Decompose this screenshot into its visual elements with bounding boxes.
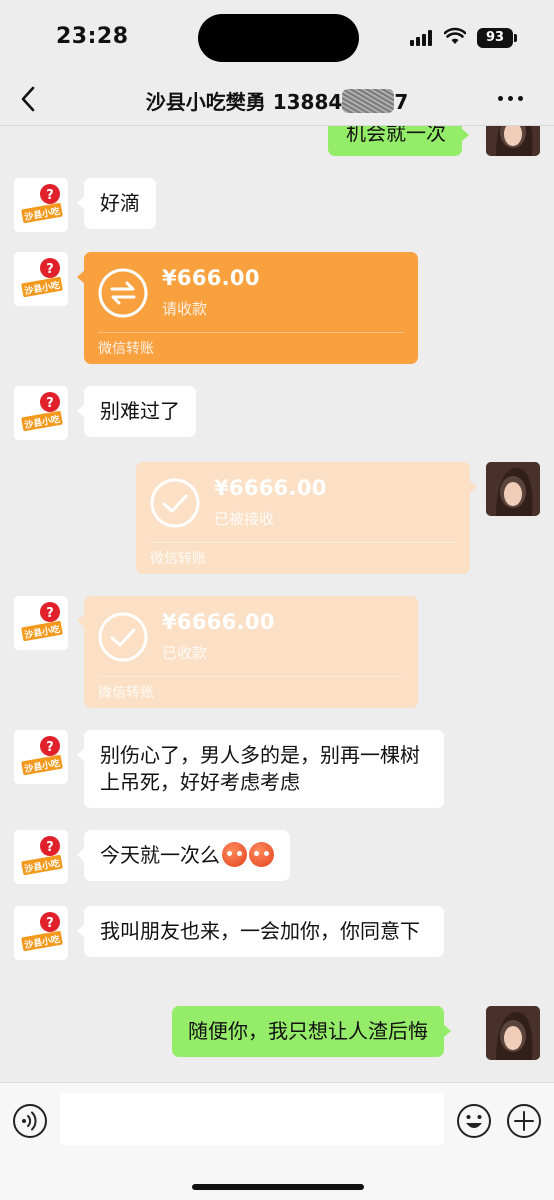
message-text: 好滴 (100, 191, 140, 215)
wifi-icon (444, 27, 466, 44)
svg-text:?: ? (46, 396, 54, 411)
message-text: 今天就一次么 (100, 843, 220, 867)
chat-title-suffix: 7 (394, 90, 409, 114)
transfer-amount: ¥6666.00 (214, 476, 327, 500)
message-text: 别伤心了，男人多的是，别再一棵树上吊死，好好考虑考虑 (100, 743, 420, 794)
smiley-icon[interactable] (456, 1103, 492, 1139)
back-chevron-icon[interactable] (16, 84, 42, 114)
transfer-arrows-icon (98, 268, 148, 318)
status-bar: 23:28 93 (0, 0, 554, 72)
more-options-icon[interactable] (496, 94, 526, 104)
transfer-divider (98, 676, 404, 677)
message-bubble-received[interactable]: 别伤心了，男人多的是，别再一棵树上吊死，好好考虑考虑 (77, 730, 444, 808)
transfer-divider (150, 542, 456, 543)
transfer-card-pending[interactable]: ¥666.00 请收款 微信转账 (77, 252, 418, 364)
redaction-scribble (342, 89, 395, 113)
message-bubble-received[interactable]: 今天就一次么 (77, 830, 290, 881)
message-bubble-received[interactable]: 我叫朋友也来，一会加你，你同意下 (77, 906, 444, 957)
contact-avatar[interactable]: ? 沙县小吃 (14, 596, 68, 650)
anxious-face-emoji (249, 842, 274, 867)
transfer-status-text: 已被接收 (214, 510, 275, 528)
contact-avatar[interactable]: ? 沙县小吃 (14, 730, 68, 784)
svg-text:?: ? (46, 606, 54, 621)
transfer-divider (98, 332, 404, 333)
transfer-footer: 微信转账 (98, 341, 154, 357)
chat-title: 沙县小吃樊勇 13884 7 (90, 86, 464, 115)
transfer-footer: 微信转账 (98, 685, 154, 701)
transfer-footer: 微信转账 (150, 551, 206, 567)
svg-text:?: ? (46, 188, 54, 203)
contact-avatar[interactable]: ? 沙县小吃 (14, 178, 68, 232)
message-bubble-sent[interactable]: 机会就一次 (328, 126, 469, 156)
my-avatar[interactable] (486, 126, 540, 156)
my-avatar[interactable] (486, 462, 540, 516)
message-input[interactable] (60, 1093, 444, 1145)
home-indicator (192, 1184, 364, 1190)
dynamic-island (198, 14, 359, 62)
cellular-signal-icon (410, 30, 436, 46)
transfer-card-received[interactable]: ¥6666.00 已被接收 微信转账 (136, 462, 477, 574)
message-bubble-sent[interactable]: 随便你，我只想让人渣后悔 (172, 1006, 451, 1057)
message-text: 别难过了 (100, 399, 180, 423)
message-text: 机会就一次 (346, 126, 446, 145)
chat-title-text: 沙县小吃樊勇 13884 (145, 90, 343, 114)
check-icon (150, 478, 200, 528)
check-icon (98, 612, 148, 662)
battery-indicator: 93 (477, 28, 513, 48)
message-text: 我叫朋友也来，一会加你，你同意下 (100, 919, 420, 943)
my-avatar[interactable] (486, 1006, 540, 1060)
message-list[interactable]: 机会就一次 ? 沙县小吃 好滴 ? 沙县小吃 ¥666.00 请收款 微信转账 ? 沙… (0, 126, 554, 1082)
battery-tip (514, 34, 517, 42)
chat-header: 沙县小吃樊勇 13884 7 (0, 72, 554, 126)
svg-text:?: ? (46, 840, 54, 855)
transfer-amount: ¥6666.00 (162, 610, 275, 634)
contact-avatar[interactable]: ? 沙县小吃 (14, 830, 68, 884)
svg-text:?: ? (46, 740, 54, 755)
input-bar (0, 1082, 554, 1200)
transfer-status-text: 请收款 (162, 300, 208, 318)
transfer-status-text: 已收款 (162, 644, 208, 662)
message-bubble-received[interactable]: 好滴 (77, 178, 156, 229)
transfer-card-accepted[interactable]: ¥6666.00 已收款 微信转账 (77, 596, 418, 708)
message-text: 随便你，我只想让人渣后悔 (188, 1019, 428, 1043)
contact-avatar[interactable]: ? 沙县小吃 (14, 906, 68, 960)
svg-text:?: ? (46, 262, 54, 277)
anxious-face-emoji (222, 842, 247, 867)
contact-avatar[interactable]: ? 沙县小吃 (14, 386, 68, 440)
status-time: 23:28 (56, 24, 129, 49)
contact-avatar[interactable]: ? 沙县小吃 (14, 252, 68, 306)
voice-icon[interactable] (12, 1103, 48, 1139)
svg-text:?: ? (46, 916, 54, 931)
transfer-amount: ¥666.00 (162, 266, 260, 290)
plus-icon[interactable] (506, 1103, 542, 1139)
message-bubble-received[interactable]: 别难过了 (77, 386, 196, 437)
